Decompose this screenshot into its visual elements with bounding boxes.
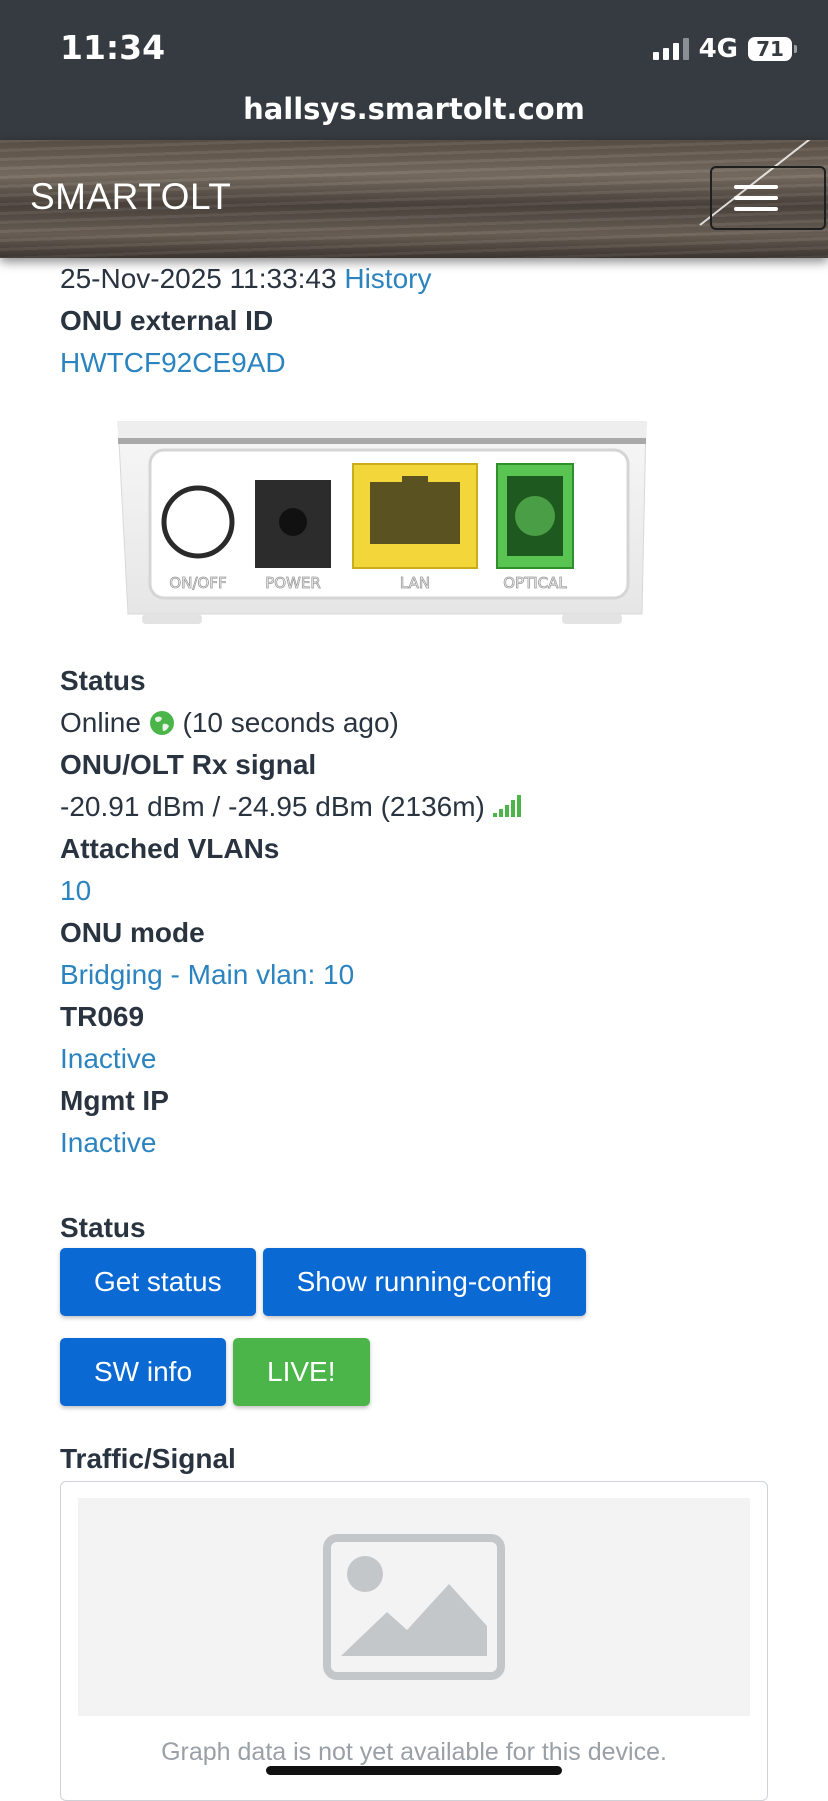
get-status-button[interactable]: Get status: [60, 1248, 256, 1316]
status-indicators: 4G 71: [652, 34, 797, 64]
live-button[interactable]: LIVE!: [233, 1338, 370, 1406]
home-indicator: [266, 1766, 562, 1775]
site-header: SMARTOLT: [0, 140, 828, 258]
globe-icon: [149, 711, 174, 735]
traffic-signal-label: Traffic/Signal: [60, 1443, 236, 1474]
cellular-signal-icon: [652, 38, 689, 60]
hamburger-icon: [734, 185, 778, 189]
status-row: Online (10 seconds ago): [60, 702, 780, 744]
actions-section: Status: [60, 1207, 780, 1249]
status-ago: (10 seconds ago): [182, 707, 399, 738]
last-update-row: 25-Nov-2025 11:33:43 History: [60, 258, 780, 300]
ios-status-bar: 11:34 4G 71 hallsys.smartolt.com: [0, 0, 828, 140]
battery-icon: 71: [748, 37, 797, 61]
image-placeholder-icon: [323, 1534, 505, 1680]
tr069-link[interactable]: Inactive: [60, 1038, 780, 1080]
port-label-power: POWER: [265, 574, 321, 592]
status-label: Status: [60, 665, 146, 696]
mgmt-ip-link[interactable]: Inactive: [60, 1122, 780, 1164]
action-buttons-row-2: SW info LIVE!: [60, 1338, 370, 1406]
graph-placeholder: [78, 1498, 750, 1716]
traffic-section: Traffic/Signal: [60, 1438, 780, 1480]
battery-level: 71: [756, 37, 784, 61]
brand-logo[interactable]: SMARTOLT: [30, 176, 231, 218]
mgmt-ip-label: Mgmt IP: [60, 1085, 169, 1116]
url-bar[interactable]: hallsys.smartolt.com: [0, 92, 828, 126]
traffic-graph-panel: Graph data is not yet available for this…: [60, 1481, 768, 1801]
onu-info: 25-Nov-2025 11:33:43 History ONU externa…: [60, 258, 780, 384]
clock: 11:34: [60, 28, 166, 67]
history-link[interactable]: History: [344, 263, 431, 294]
rx-signal-value: -20.91 dBm / -24.95 dBm (2136m): [60, 791, 485, 822]
tr069-label: TR069: [60, 1001, 145, 1032]
rx-signal-row: -20.91 dBm / -24.95 dBm (2136m): [60, 786, 780, 828]
onu-mode-link[interactable]: Bridging - Main vlan: 10: [60, 954, 780, 996]
status-value: Online: [60, 707, 141, 738]
actions-status-label: Status: [60, 1212, 146, 1243]
network-type: 4G: [698, 34, 738, 64]
rx-signal-label: ONU/OLT Rx signal: [60, 749, 317, 780]
external-id-label: ONU external ID: [60, 305, 274, 336]
vlans-link[interactable]: 10: [60, 870, 780, 912]
action-buttons-row-1: Get status Show running-config: [60, 1248, 586, 1316]
graph-unavailable-note: Graph data is not yet available for this…: [161, 1738, 667, 1766]
onu-mode-label: ONU mode: [60, 917, 205, 948]
port-label-optical: OPTICAL: [503, 574, 567, 592]
port-label-onoff: ON/OFF: [169, 574, 226, 592]
external-id-link[interactable]: HWTCF92CE9AD: [60, 342, 780, 384]
vlans-label: Attached VLANs: [60, 833, 280, 864]
onu-device-image: ON/OFF POWER LAN OPTICAL: [117, 421, 647, 624]
timestamp: 25-Nov-2025 11:33:43: [60, 263, 337, 294]
menu-toggle-button[interactable]: [710, 166, 826, 230]
sw-info-button[interactable]: SW info: [60, 1338, 227, 1406]
onu-status-details: Status Online (10 seconds ago) ONU/OLT R…: [60, 660, 780, 1164]
show-running-config-button[interactable]: Show running-config: [262, 1248, 586, 1316]
port-label-lan: LAN: [400, 574, 430, 592]
signal-strength-icon: [492, 795, 521, 817]
